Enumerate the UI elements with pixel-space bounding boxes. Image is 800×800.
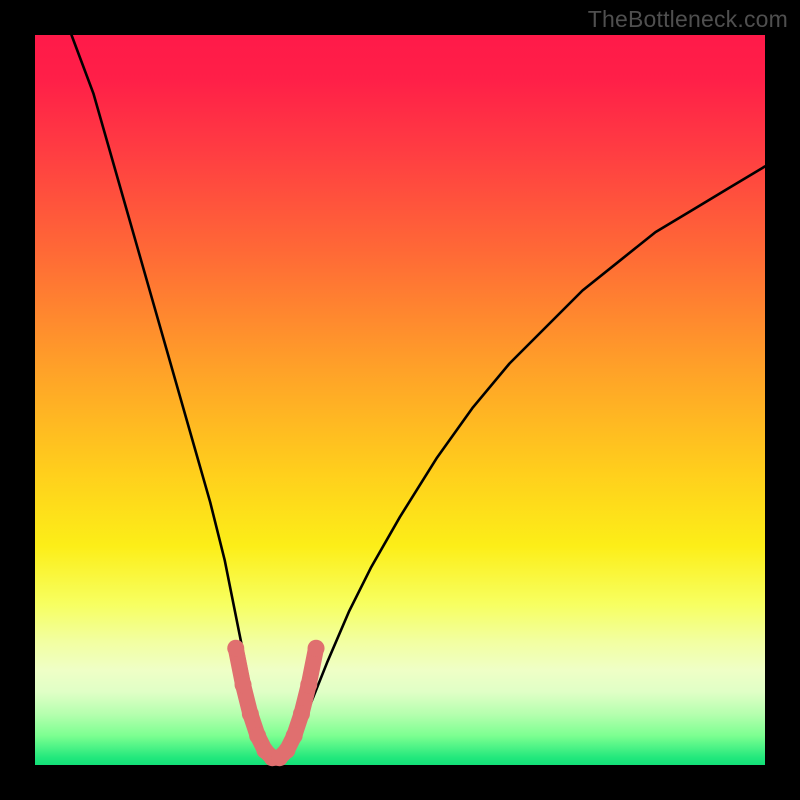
highlight-marker bbox=[308, 640, 325, 657]
highlight-marker bbox=[293, 705, 310, 722]
highlight-marker bbox=[286, 727, 303, 744]
chart-frame: TheBottleneck.com bbox=[0, 0, 800, 800]
highlight-hump bbox=[236, 648, 316, 758]
highlight-marker bbox=[242, 705, 259, 722]
highlight-marker bbox=[227, 640, 244, 657]
highlight-marker bbox=[249, 727, 266, 744]
watermark-text: TheBottleneck.com bbox=[588, 6, 788, 33]
plot-area bbox=[35, 35, 765, 765]
curve-layer bbox=[35, 35, 765, 765]
highlight-marker bbox=[278, 742, 295, 759]
highlight-marker bbox=[300, 676, 317, 693]
highlight-marker bbox=[235, 676, 252, 693]
bottleneck-curve bbox=[72, 35, 766, 758]
